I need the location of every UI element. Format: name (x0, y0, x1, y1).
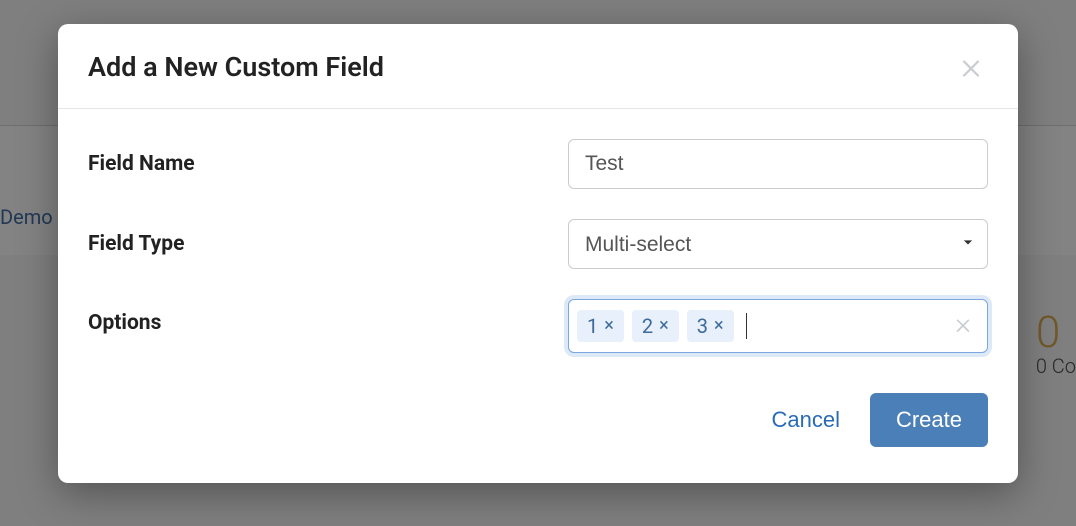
options-row: Options 1 × 2 × 3 × (88, 299, 988, 353)
close-icon (953, 315, 973, 335)
modal-body: Field Name Field Type Multi-select Optio… (58, 109, 1018, 393)
field-type-label: Field Type (88, 232, 568, 256)
field-name-input[interactable] (568, 139, 988, 189)
options-clear-button[interactable] (949, 311, 977, 342)
option-tag-remove-icon[interactable]: × (659, 317, 669, 335)
close-icon (958, 54, 984, 80)
field-type-select[interactable]: Multi-select (568, 219, 988, 269)
field-name-label: Field Name (88, 152, 568, 176)
option-tag-label: 3 (697, 314, 708, 338)
options-tags-input[interactable]: 1 × 2 × 3 × (568, 299, 988, 353)
modal-title: Add a New Custom Field (88, 51, 384, 83)
modal-footer: Cancel Create (58, 393, 1018, 483)
add-custom-field-modal: Add a New Custom Field Field Name Field … (58, 24, 1018, 483)
option-tag[interactable]: 2 × (632, 310, 679, 342)
text-cursor (746, 313, 747, 339)
option-tag-label: 1 (587, 314, 598, 338)
option-tag-remove-icon[interactable]: × (714, 317, 724, 335)
option-tag[interactable]: 3 × (687, 310, 734, 342)
option-tag-remove-icon[interactable]: × (604, 317, 614, 335)
field-type-row: Field Type Multi-select (88, 219, 988, 269)
create-button[interactable]: Create (870, 393, 988, 447)
option-tag[interactable]: 1 × (577, 310, 624, 342)
modal-header: Add a New Custom Field (58, 24, 1018, 109)
option-tag-label: 2 (642, 314, 653, 338)
field-name-row: Field Name (88, 139, 988, 189)
options-label: Options (88, 299, 568, 335)
cancel-button[interactable]: Cancel (765, 399, 845, 441)
close-button[interactable] (954, 50, 988, 84)
